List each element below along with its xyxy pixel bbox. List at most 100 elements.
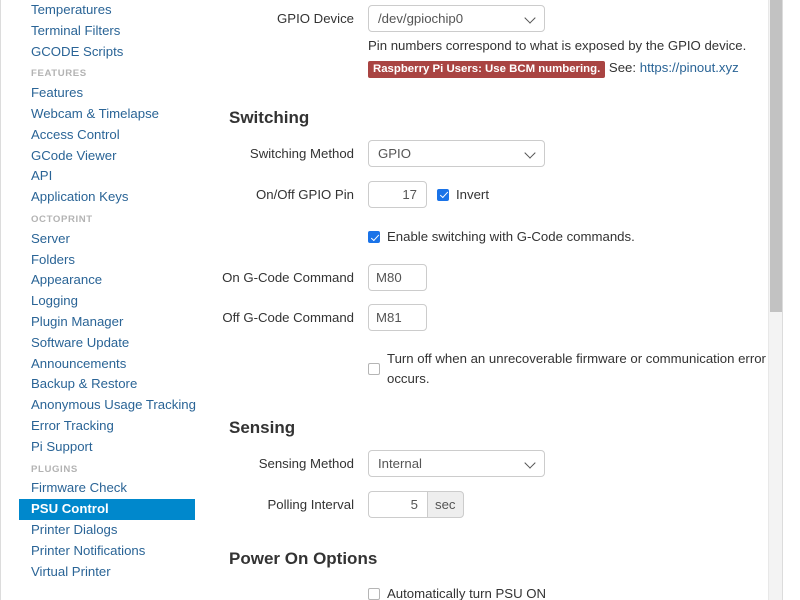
chevron-down-icon	[526, 14, 535, 23]
gpio-device-body: /dev/gpiochip0	[368, 5, 773, 32]
settings-main-panel: GPIO Device /dev/gpiochip0 Pin numbers c…	[208, 0, 800, 600]
sidebar-section-header: FEATURES	[31, 68, 87, 80]
gpio-help-line2: Raspberry Pi Users: Use BCM numbering. S…	[368, 55, 773, 78]
invert-checkbox[interactable]	[437, 188, 449, 201]
off-gcode-command-body	[368, 304, 773, 331]
sidebar-item-gcode-scripts[interactable]: GCODE Scripts	[19, 42, 196, 63]
field-enable-gcode-switching: Enable switching with G-Code commands.	[215, 227, 773, 247]
on-gcode-command-input[interactable]	[368, 264, 427, 291]
sidebar-item-access-control[interactable]: Access Control	[19, 125, 196, 146]
field-on-gcode-command: On G-Code Command	[215, 264, 773, 291]
field-onoff-gpio-pin: On/Off GPIO Pin Invert	[215, 181, 773, 208]
sidebar-item-announcements[interactable]: Announcements	[19, 354, 196, 375]
sidebar-item-printer-dialogs[interactable]: Printer Dialogs	[19, 520, 196, 541]
turnoff-on-error-body: Turn off when an unrecoverable firmware …	[368, 349, 773, 389]
sidebar-section-header: OCTOPRINT	[31, 213, 93, 225]
sensing-method-body: Internal	[368, 450, 773, 477]
switching-heading-body: Switching	[229, 108, 773, 128]
auto-turn-psu-on-checkbox[interactable]	[368, 588, 380, 600]
sidebar-item-gcode-viewer[interactable]: GCode Viewer	[19, 146, 196, 167]
sidebar-item-server[interactable]: Server	[19, 229, 196, 250]
invert-checkbox-wrap[interactable]: Invert	[437, 185, 489, 205]
sensing-heading: Sensing	[229, 418, 296, 437]
sensing-method-select[interactable]: Internal	[368, 450, 545, 477]
sidebar-item-features[interactable]: Features	[19, 83, 196, 104]
field-switching-method: Switching Method GPIO	[215, 140, 773, 167]
sidebar-item-pi-support[interactable]: Pi Support	[19, 437, 196, 458]
switching-method-select-value: GPIO	[378, 146, 411, 161]
sensing-method-label: Sensing Method	[258, 456, 354, 471]
enable-gcode-checkbox[interactable]	[368, 231, 380, 243]
settings-sidebar: Temperatures Terminal Filters GCODE Script…	[0, 0, 208, 600]
sidebar-item-api[interactable]: API	[19, 166, 196, 187]
switching-heading: Switching	[229, 108, 310, 127]
sidebar-item-firmware-check[interactable]: Firmware Check	[19, 478, 196, 499]
gpio-device-select-value: /dev/gpiochip0	[378, 11, 464, 26]
sidebar-item-plugin-manager[interactable]: Plugin Manager	[19, 312, 196, 333]
field-polling-interval: Polling Interval sec	[215, 491, 773, 518]
chevron-down-icon	[526, 459, 535, 468]
switching-method-label: Switching Method	[249, 146, 354, 161]
gpio-device-select[interactable]: /dev/gpiochip0	[368, 5, 545, 32]
turnoff-on-error-checkbox-wrap[interactable]: Turn off when an unrecoverable firmware …	[368, 349, 773, 389]
sensing-section-heading-row: Sensing	[215, 418, 773, 438]
invert-label: Invert	[456, 186, 489, 202]
turnoff-on-error-label: Turn off when an unrecoverable firmware …	[387, 351, 766, 386]
onoff-gpio-pin-body: Invert	[368, 181, 773, 208]
power-on-heading-body: Power On Options	[229, 549, 773, 569]
power-on-options-heading: Power On Options	[229, 549, 378, 568]
sidebar-item-psu-control[interactable]: PSU Control	[19, 499, 195, 520]
pinout-link[interactable]: https://pinout.xyz	[640, 60, 739, 75]
sidebar-item-temperatures[interactable]: Temperatures	[19, 0, 196, 21]
sidebar-item-error-tracking[interactable]: Error Tracking	[19, 416, 196, 437]
sidebar-nav-list: Temperatures Terminal Filters GCODE Script…	[1, 0, 208, 582]
gpio-help-body: Pin numbers correspond to what is expose…	[368, 34, 773, 78]
right-page-edge	[782, 0, 800, 600]
auto-turn-psu-on-body: Automatically turn PSU ON	[368, 584, 773, 600]
onoff-gpio-pin-input[interactable]	[368, 181, 427, 208]
psu-control-settings-form: GPIO Device /dev/gpiochip0 Pin numbers c…	[215, 5, 773, 600]
sidebar-item-software-update[interactable]: Software Update	[19, 333, 196, 354]
switching-method-body: GPIO	[368, 140, 773, 167]
sidebar-item-application-keys[interactable]: Application Keys	[19, 187, 196, 208]
vertical-scrollbar-track[interactable]	[768, 0, 783, 600]
sidebar-item-logging[interactable]: Logging	[19, 291, 196, 312]
enable-gcode-checkbox-wrap[interactable]: Enable switching with G-Code commands.	[368, 227, 635, 247]
sensing-method-select-value: Internal	[378, 456, 422, 471]
settings-screen: Temperatures Terminal Filters GCODE Script…	[0, 0, 800, 600]
field-turnoff-on-error: Turn off when an unrecoverable firmware …	[215, 349, 773, 389]
sidebar-item-printer-notifications[interactable]: Printer Notifications	[19, 541, 196, 562]
sidebar-section-header: PLUGINS	[31, 463, 78, 475]
sidebar-item-appearance[interactable]: Appearance	[19, 270, 196, 291]
polling-interval-input-group: sec	[368, 491, 464, 518]
polling-interval-unit: sec	[427, 491, 464, 518]
gpio-help-line1: Pin numbers correspond to what is expose…	[368, 38, 747, 53]
auto-turn-psu-on-label: Automatically turn PSU ON	[387, 586, 547, 600]
switching-section-heading-row: Switching	[215, 108, 773, 128]
enable-gcode-body: Enable switching with G-Code commands.	[368, 227, 773, 247]
sidebar-item-virtual-printer[interactable]: Virtual Printer	[19, 562, 196, 583]
sidebar-item-webcam-timelapse[interactable]: Webcam & Timelapse	[19, 104, 196, 125]
polling-interval-label: Polling Interval	[267, 497, 355, 512]
auto-turn-psu-on-checkbox-wrap[interactable]: Automatically turn PSU ON	[368, 584, 546, 600]
gpio-device-label: GPIO Device	[277, 11, 354, 26]
field-sensing-method: Sensing Method Internal	[215, 450, 773, 477]
off-gcode-command-label: Off G-Code Command	[222, 310, 354, 325]
sidebar-item-anonymous-usage-tracking[interactable]: Anonymous Usage Tracking	[19, 395, 196, 416]
field-gpio-device: GPIO Device /dev/gpiochip0	[215, 5, 773, 32]
gpio-device-help: Pin numbers correspond to what is expose…	[215, 34, 773, 78]
turnoff-on-error-checkbox[interactable]	[368, 363, 380, 375]
field-off-gcode-command: Off G-Code Command	[215, 304, 773, 331]
power-on-section-heading-row: Power On Options	[215, 549, 773, 569]
chevron-down-icon	[526, 149, 535, 158]
switching-method-select[interactable]: GPIO	[368, 140, 545, 167]
on-gcode-command-label: On G-Code Command	[222, 270, 354, 285]
sidebar-item-folders[interactable]: Folders	[19, 250, 196, 271]
enable-gcode-label: Enable switching with G-Code commands.	[387, 229, 635, 244]
field-auto-turn-psu-on: Automatically turn PSU ON	[215, 584, 773, 600]
sidebar-item-terminal-filters[interactable]: Terminal Filters	[19, 21, 196, 42]
off-gcode-command-input[interactable]	[368, 304, 427, 331]
on-gcode-command-body	[368, 264, 773, 291]
sidebar-item-backup-restore[interactable]: Backup & Restore	[19, 374, 196, 395]
polling-interval-input[interactable]	[368, 491, 427, 518]
